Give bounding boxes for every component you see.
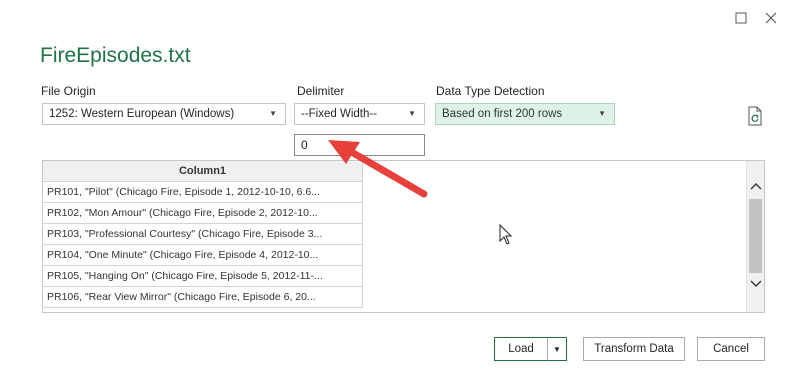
maximize-icon[interactable] — [730, 8, 752, 28]
data-type-detection-value: Based on first 200 rows — [442, 108, 563, 120]
chevron-down-icon: ▼ — [408, 109, 416, 118]
load-button[interactable]: Load — [494, 337, 548, 361]
delimiter-dropdown[interactable]: --Fixed Width-- ▼ — [294, 103, 425, 125]
vertical-scrollbar[interactable] — [746, 161, 764, 312]
column-header[interactable]: Column1 — [43, 161, 363, 182]
transform-data-button[interactable]: Transform Data — [583, 337, 685, 361]
table-row: PR104, "One Minute" (Chicago Fire, Episo… — [43, 245, 363, 266]
table-row: PR106, "Rear View Mirror" (Chicago Fire,… — [43, 287, 363, 308]
file-origin-value: 1252: Western European (Windows) — [49, 108, 235, 120]
mouse-cursor-icon — [499, 224, 513, 245]
preview-grid: Column1 PR101, "Pilot" (Chicago Fire, Ep… — [43, 161, 363, 308]
chevron-down-icon: ▼ — [269, 109, 277, 118]
file-origin-dropdown[interactable]: 1252: Western European (Windows) ▼ — [42, 103, 286, 125]
transform-data-label: Transform Data — [594, 343, 674, 355]
data-type-detection-label: Data Type Detection — [436, 84, 545, 98]
close-icon[interactable] — [760, 8, 782, 28]
scroll-up-icon[interactable] — [747, 177, 764, 195]
delimiter-value: --Fixed Width-- — [301, 108, 378, 120]
load-label: Load — [508, 343, 534, 355]
scroll-down-icon[interactable] — [747, 275, 764, 293]
refresh-file-icon[interactable] — [746, 106, 764, 126]
delimiter-label: Delimiter — [297, 84, 345, 98]
data-type-detection-dropdown[interactable]: Based on first 200 rows ▼ — [435, 103, 615, 125]
cancel-button[interactable]: Cancel — [697, 337, 765, 361]
load-dropdown-button[interactable]: ▼ — [547, 337, 567, 361]
chevron-down-icon: ▼ — [598, 109, 606, 118]
red-arrow-annotation — [328, 140, 428, 198]
table-row: PR105, "Hanging On" (Chicago Fire, Episo… — [43, 266, 363, 287]
dialog-title: FireEpisodes.txt — [40, 44, 191, 67]
table-row: PR101, "Pilot" (Chicago Fire, Episode 1,… — [43, 182, 363, 203]
chevron-down-icon: ▼ — [553, 344, 561, 354]
file-origin-label: File Origin — [41, 84, 96, 98]
scrollbar-thumb[interactable] — [749, 199, 762, 273]
table-row: PR103, "Professional Courtesy" (Chicago … — [43, 224, 363, 245]
cancel-label: Cancel — [713, 343, 749, 355]
table-row: PR102, "Mon Amour" (Chicago Fire, Episod… — [43, 203, 363, 224]
